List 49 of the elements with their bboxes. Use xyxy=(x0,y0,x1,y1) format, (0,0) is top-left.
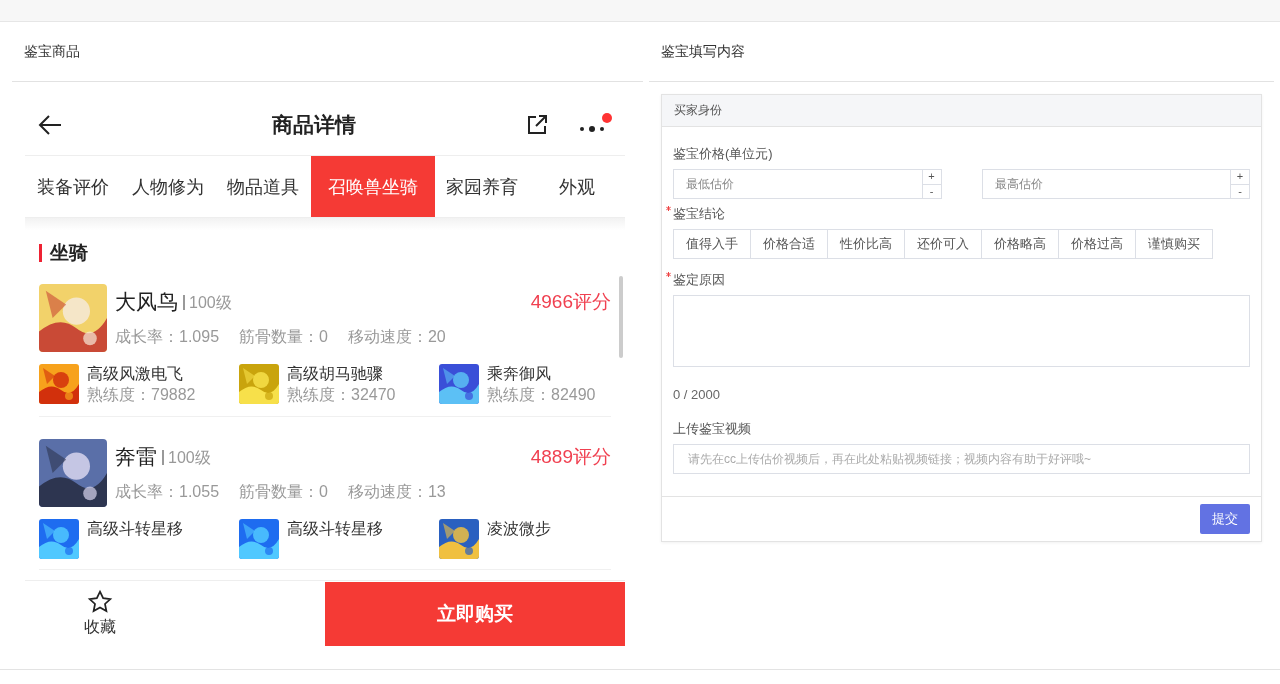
page-title: 商品详情 xyxy=(271,111,357,138)
number-field[interactable]: 最高估价 xyxy=(981,169,1230,199)
category-tab[interactable]: 召唤兽坐骑 xyxy=(310,156,435,217)
conclusion-option[interactable]: 价格略高 xyxy=(981,229,1059,259)
mount-name: 大风鸟 xyxy=(115,289,178,315)
mount-grade: 100级 xyxy=(162,449,211,465)
scrollbar[interactable] xyxy=(619,276,623,358)
panel-title: 鉴宝填写内容 xyxy=(649,22,1274,82)
field-label: 鉴宝价格(单位元) xyxy=(673,145,773,163)
section-title: 坐骑 xyxy=(39,230,611,276)
mount-name: 奔雷 xyxy=(115,444,157,470)
conclusion-option[interactable]: 价格合适 xyxy=(750,229,828,259)
conclusion-option[interactable]: 价格过高 xyxy=(1058,229,1136,259)
mount-stat: 成长率：1.095 xyxy=(115,327,220,347)
share-icon[interactable] xyxy=(525,112,549,137)
mount-stat: 筋骨数量：0 xyxy=(239,327,328,347)
field-label: 上传鉴宝视频 xyxy=(673,420,751,438)
skill-proficiency: 熟练度：32470 xyxy=(287,385,396,405)
number-field[interactable]: 最低估价 xyxy=(673,169,922,199)
skill-proficiency: 熟练度：82490 xyxy=(487,385,596,405)
favorite-button[interactable]: 收藏 xyxy=(25,588,175,639)
skill-proficiency: 熟练度：79882 xyxy=(87,385,196,405)
mount-score: 4966评分 xyxy=(530,290,611,314)
skill-name: 高级斗转星移 xyxy=(287,519,383,539)
star-icon xyxy=(87,589,113,615)
character-counter: 0 / 2000 xyxy=(673,387,721,402)
submit-button[interactable]: 提交 xyxy=(1200,504,1250,534)
mount-stat: 移动速度：13 xyxy=(347,482,446,502)
form-section-header: 买家身份 xyxy=(662,95,1261,127)
conclusion-option[interactable]: 性价比高 xyxy=(827,229,905,259)
skill-name: 凌波微步 xyxy=(487,519,551,539)
conclusion-option[interactable]: 还价可入 xyxy=(904,229,982,259)
field-label: 鉴定原因 xyxy=(673,271,725,289)
field-label: 鉴宝结论 xyxy=(673,205,725,223)
mount-grade: 100级 xyxy=(183,294,232,310)
skill-name: 高级胡马驰骤 xyxy=(287,364,384,384)
mount-stat: 筋骨数量：0 xyxy=(239,482,328,502)
skill-name: 高级风激电飞 xyxy=(87,364,184,384)
mount-score: 4889评分 xyxy=(530,445,611,469)
mount-stat: 成长率：1.055 xyxy=(115,482,220,502)
panel-title: 鉴宝商品 xyxy=(12,22,643,82)
skill-name: 乘奔御风 xyxy=(487,364,552,384)
reason-field[interactable] xyxy=(673,295,1250,367)
buy-now-button[interactable]: 立即购买 xyxy=(325,581,625,646)
conclusion-option[interactable]: 值得入手 xyxy=(673,229,751,259)
mount-stat: 移动速度：20 xyxy=(347,327,446,347)
skill-name: 高级斗转星移 xyxy=(87,519,183,539)
conclusion-option[interactable]: 谨慎购买 xyxy=(1135,229,1213,259)
video-link-field[interactable]: 请先在cc上传估价视频后，再在此处粘贴视频链接；视频内容有助于好评哦~ xyxy=(673,444,1250,474)
